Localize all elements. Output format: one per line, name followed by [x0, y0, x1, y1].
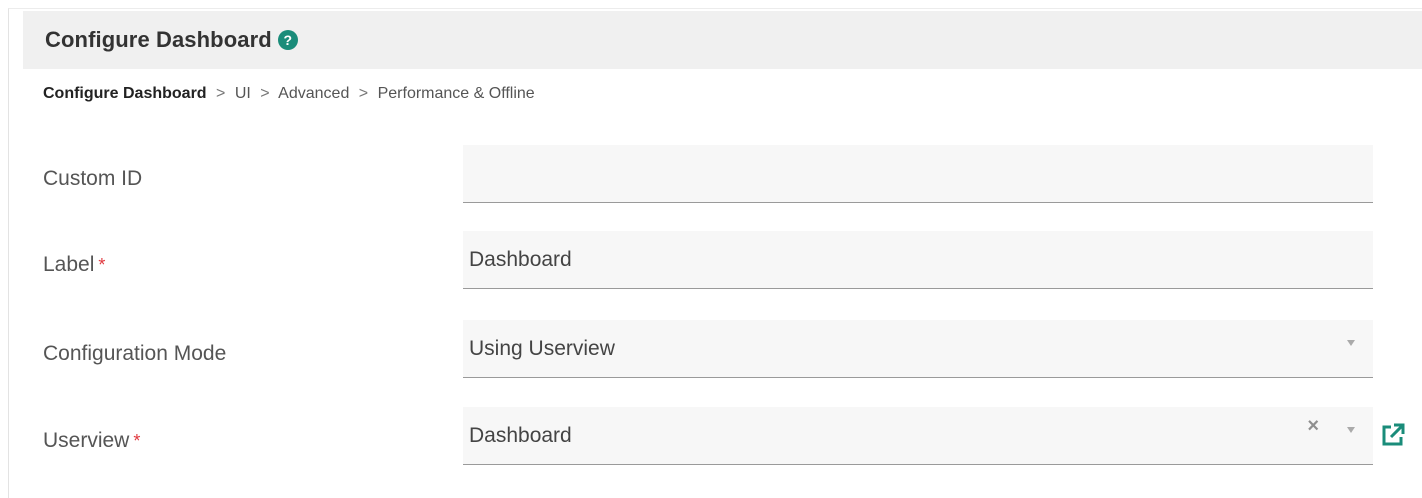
configuration-mode-value: Using Userview [469, 336, 615, 360]
label-field-label-text: Label [43, 253, 95, 276]
chevron-down-icon[interactable] [1347, 427, 1355, 433]
label-field-wrapper [463, 231, 1373, 289]
breadcrumb-root[interactable]: Configure Dashboard [43, 85, 207, 102]
panel-header: Configure Dashboard ? [23, 11, 1422, 69]
breadcrumb-item-advanced[interactable]: Advanced [278, 85, 349, 102]
label-row: Label * [9, 231, 1422, 291]
configuration-mode-label: Configuration Mode [43, 342, 227, 365]
custom-id-field-wrapper [463, 145, 1373, 203]
clear-icon[interactable]: × [1307, 415, 1319, 438]
required-marker: * [98, 255, 106, 275]
breadcrumb: Configure Dashboard > UI > Advanced > Pe… [43, 85, 535, 103]
custom-id-label: Custom ID [43, 167, 143, 190]
breadcrumb-separator: > [358, 85, 369, 102]
breadcrumb-separator: > [216, 85, 226, 102]
chevron-down-icon[interactable] [1347, 340, 1355, 346]
breadcrumb-separator: > [260, 85, 270, 102]
breadcrumb-item-ui[interactable]: UI [235, 85, 251, 102]
userview-value: Dashboard [469, 423, 572, 447]
question-circle-icon[interactable]: ? [277, 30, 298, 50]
userview-row: Userview * Dashboard × [9, 407, 1422, 467]
configuration-mode-select[interactable]: Using Userview [463, 320, 1373, 378]
label-input[interactable] [469, 231, 1373, 288]
configuration-mode-row: Configuration Mode Using Userview [9, 320, 1422, 380]
userview-label-text: Userview [43, 429, 130, 452]
required-marker: * [133, 431, 141, 451]
userview-select[interactable]: Dashboard × [463, 407, 1373, 465]
custom-id-input[interactable] [469, 145, 1373, 202]
form-panel: Configure Dashboard ? Configure Dashboar… [8, 8, 1422, 498]
external-link-icon[interactable] [1379, 421, 1407, 449]
label-field-label: Label * [43, 253, 105, 277]
breadcrumb-item-performance-offline[interactable]: Performance & Offline [378, 85, 535, 102]
userview-label: Userview * [43, 429, 140, 453]
page-title: Configure Dashboard [45, 27, 272, 52]
custom-id-row: Custom ID [9, 145, 1422, 205]
